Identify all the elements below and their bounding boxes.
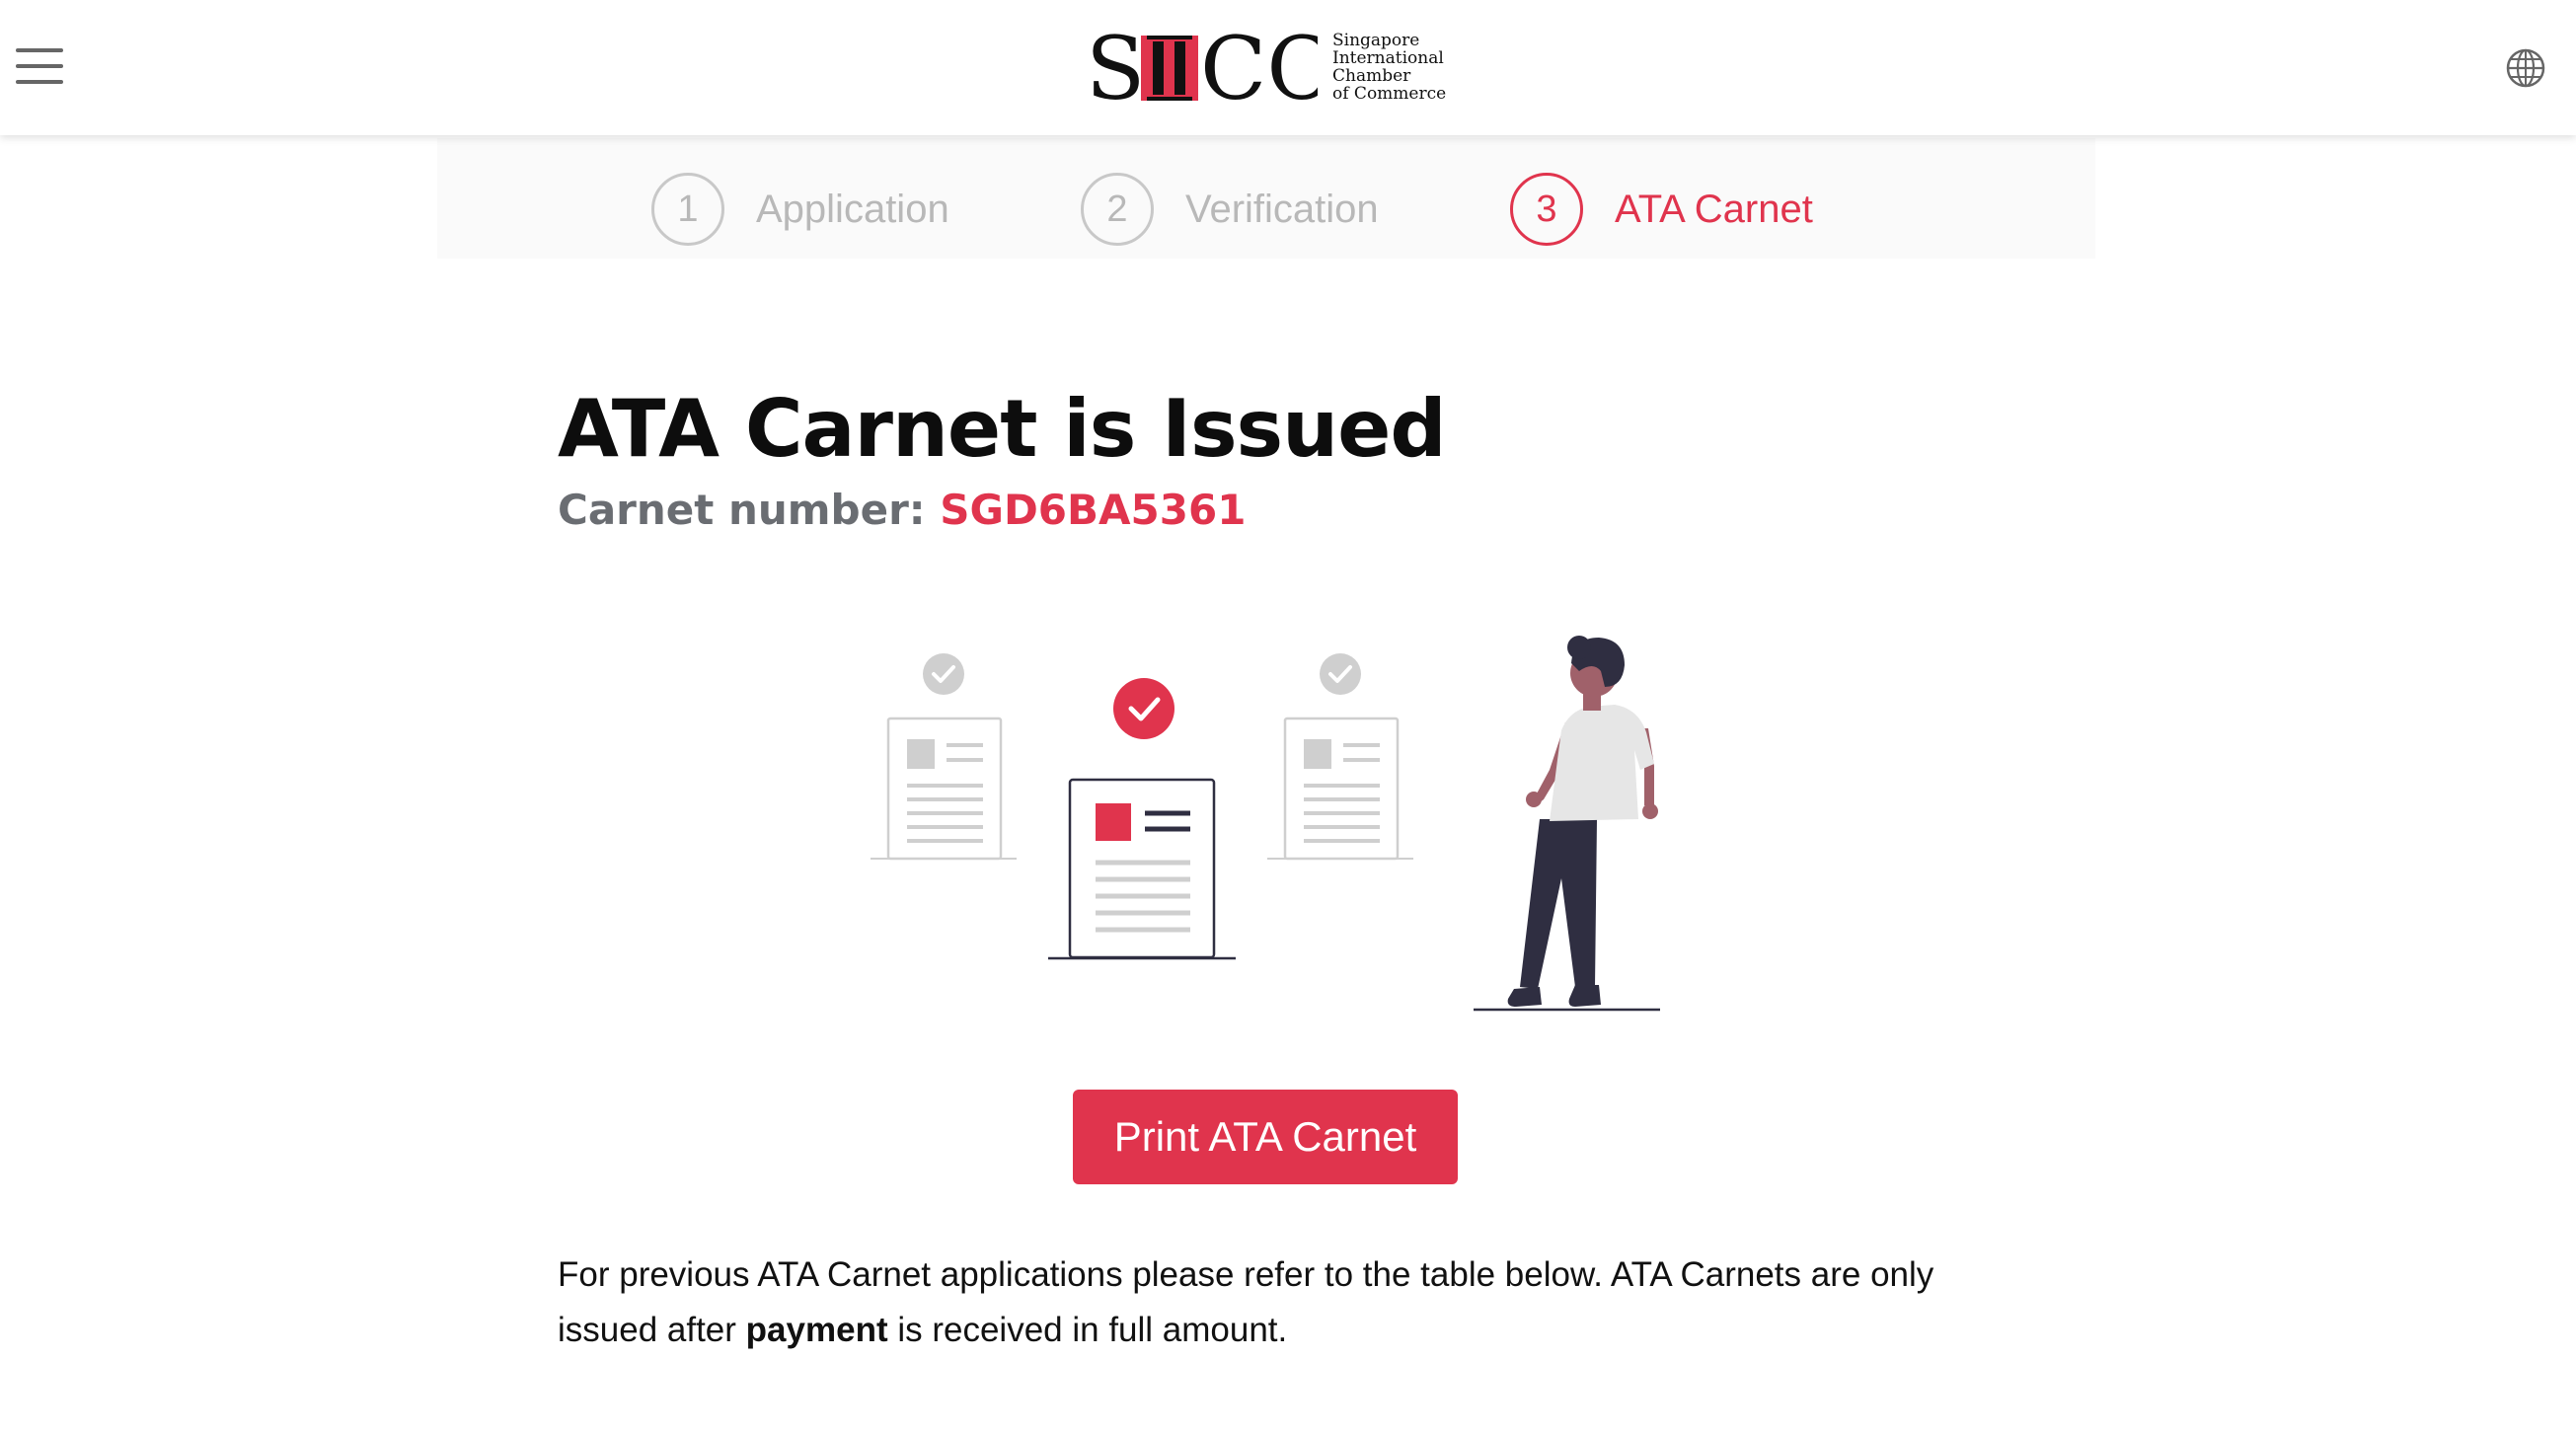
documents-illustration bbox=[871, 636, 1660, 1012]
step-label: Application bbox=[756, 187, 949, 231]
step-ata-carnet: 3 ATA Carnet bbox=[1510, 172, 1813, 247]
print-ata-carnet-button[interactable]: Print ATA Carnet bbox=[1073, 1090, 1458, 1184]
page-title: ATA Carnet is Issued bbox=[558, 383, 1447, 475]
document-left-icon bbox=[871, 653, 1017, 861]
logo-line: of Commerce bbox=[1332, 84, 1447, 104]
step-label: ATA Carnet bbox=[1615, 187, 1813, 231]
carnet-number-line: Carnet number: SGD6BA5361 bbox=[558, 486, 1246, 534]
top-header: S CC Singapore International Chamber of … bbox=[0, 0, 2576, 135]
step-label: Verification bbox=[1185, 187, 1379, 231]
step-number: 3 bbox=[1510, 173, 1583, 246]
step-number: 1 bbox=[651, 173, 724, 246]
step-number: 2 bbox=[1081, 173, 1154, 246]
logo-red-block bbox=[1141, 36, 1198, 101]
logo-letter-s: S bbox=[1086, 30, 1145, 105]
step-application: 1 Application bbox=[651, 172, 949, 247]
logo-line: International bbox=[1332, 48, 1444, 68]
info-text-part2: is received in full amount. bbox=[897, 1311, 1288, 1349]
document-right-icon bbox=[1267, 653, 1413, 861]
info-paragraph: For previous ATA Carnet applications ple… bbox=[558, 1247, 1939, 1358]
carnet-number-value: SGD6BA5361 bbox=[940, 486, 1247, 534]
logo-wordmark: Singapore International Chamber of Comme… bbox=[1332, 32, 1461, 103]
hamburger-menu-icon[interactable] bbox=[16, 46, 65, 86]
carnet-number-label: Carnet number: bbox=[558, 486, 926, 534]
logo-line: Singapore bbox=[1332, 31, 1420, 50]
logo-line: Chamber bbox=[1332, 66, 1411, 86]
document-center-icon bbox=[1048, 678, 1236, 960]
progress-stepper: 1 Application 2 Verification 3 ATA Carne… bbox=[437, 138, 2095, 259]
globe-icon[interactable] bbox=[2505, 47, 2546, 89]
person-illustration bbox=[1474, 636, 1660, 1012]
sicc-logo[interactable]: S CC Singapore International Chamber of … bbox=[1086, 28, 1461, 107]
sicc-logo-mark: S CC bbox=[1086, 30, 1318, 105]
logo-letters-cc: CC bbox=[1200, 30, 1318, 105]
info-text-bold: payment bbox=[745, 1311, 888, 1349]
step-verification: 2 Verification bbox=[1081, 172, 1379, 247]
